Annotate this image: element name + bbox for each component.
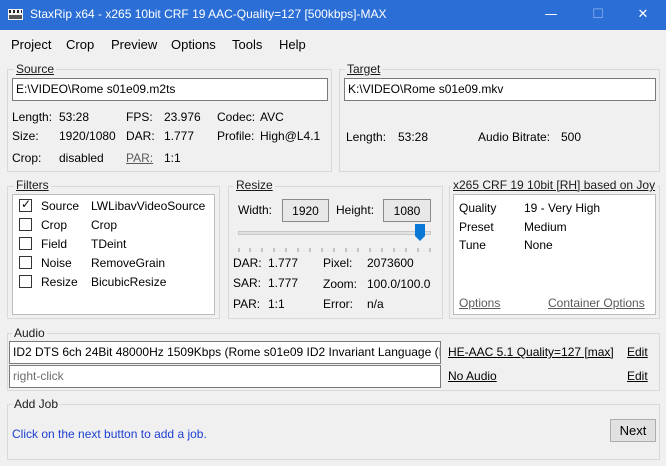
resize-width-input[interactable]: 1920: [282, 199, 329, 222]
filter-checkbox-noise[interactable]: [19, 256, 32, 269]
source-codec-label: Codec:: [217, 110, 256, 124]
encoder-options-link[interactable]: Options: [459, 296, 500, 310]
audio-group-title: Audio: [12, 326, 47, 340]
filter-name-resize[interactable]: Resize: [41, 275, 78, 289]
resize-par-value: 1:1: [268, 297, 285, 311]
source-fps-value: 23.976: [164, 110, 201, 124]
resize-slider-track[interactable]: [238, 231, 431, 235]
filter-value-field[interactable]: TDeint: [91, 237, 126, 251]
source-length-label: Length:: [12, 110, 53, 124]
audio-track-2-profile-link[interactable]: No Audio: [448, 369, 497, 383]
filter-checkbox-field[interactable]: [19, 237, 32, 250]
source-profile-value: High@L4.1: [260, 129, 321, 143]
source-crop-value: disabled: [59, 151, 104, 165]
source-fps-label: FPS:: [126, 110, 153, 124]
resize-sar-label: SAR:: [233, 276, 262, 290]
menu-tools[interactable]: Tools: [232, 37, 262, 52]
source-par-link[interactable]: PAR:: [126, 151, 153, 165]
target-group-title[interactable]: Target: [345, 62, 383, 76]
source-crop-label: Crop:: [12, 151, 42, 165]
filter-value-noise[interactable]: RemoveGrain: [91, 256, 165, 270]
menu-help[interactable]: Help: [279, 37, 306, 52]
filter-name-field[interactable]: Field: [41, 237, 67, 251]
encoder-group-title[interactable]: x265 CRF 19 10bit [RH] based on Joy: [451, 178, 658, 192]
encoder-tune-value[interactable]: None: [524, 238, 553, 252]
app-icon: [8, 9, 23, 20]
target-length-label: Length:: [346, 130, 387, 144]
audio-track-2-input[interactable]: right-click: [9, 365, 441, 388]
encoder-preset-label[interactable]: Preset: [459, 220, 494, 234]
filter-name-noise[interactable]: Noise: [41, 256, 72, 270]
menu-preview[interactable]: Preview: [111, 37, 157, 52]
target-audio-bitrate-label: Audio Bitrate:: [478, 130, 551, 144]
audio-track-2-edit-link[interactable]: Edit: [627, 369, 648, 383]
filter-checkbox-crop[interactable]: [19, 218, 32, 231]
encoder-quality-label[interactable]: Quality: [459, 201, 496, 215]
source-par-value: 1:1: [164, 151, 181, 165]
encoder-container-options-link[interactable]: Container Options: [548, 296, 645, 310]
encoder-quality-value[interactable]: 19 - Very High: [524, 201, 600, 215]
slider-thumb-graphic: [415, 224, 425, 241]
source-size-label: Size:: [12, 129, 39, 143]
audio-track-1-input[interactable]: ID2 DTS 6ch 24Bit 48000Hz 1509Kbps (Rome…: [9, 341, 441, 364]
resize-par-label: PAR:: [233, 297, 261, 311]
menu-options[interactable]: Options: [171, 37, 216, 52]
close-button[interactable]: ✕: [620, 0, 666, 30]
resize-error-label: Error:: [323, 297, 353, 311]
target-path-input[interactable]: K:\VIDEO\Rome s01e09.mkv: [344, 78, 656, 101]
resize-height-input[interactable]: 1080: [383, 199, 431, 222]
menu-project[interactable]: Project: [11, 37, 51, 52]
filter-name-source[interactable]: Source: [41, 199, 79, 213]
filter-value-crop[interactable]: Crop: [91, 218, 117, 232]
resize-error-value: n/a: [367, 297, 384, 311]
resize-dar-label: DAR:: [233, 256, 262, 270]
resize-pixel-label: Pixel:: [323, 256, 353, 270]
target-audio-bitrate-value: 500: [561, 130, 582, 144]
source-dar-value: 1.777: [164, 129, 195, 143]
resize-zoom-label: Zoom:: [323, 277, 358, 291]
slider-ticks-graphic: [238, 248, 431, 252]
window-title: StaxRip x64 - x265 10bit CRF 19 AAC-Qual…: [30, 7, 387, 21]
add-job-hint: Click on the next button to add a job.: [12, 427, 207, 441]
resize-sar-value: 1.777: [268, 276, 299, 290]
filter-value-source[interactable]: LWLibavVideoSource: [91, 199, 205, 213]
resize-pixel-value: 2073600: [367, 256, 414, 270]
source-dar-label: DAR:: [126, 129, 155, 143]
resize-group-title[interactable]: Resize: [234, 178, 275, 192]
check-icon: ✓: [21, 197, 32, 211]
filter-value-resize[interactable]: BicubicResize: [91, 275, 166, 289]
audio-track-1-edit-link[interactable]: Edit: [627, 345, 648, 359]
add-job-group-title: Add Job: [12, 397, 61, 411]
resize-slider-ticks: [238, 241, 431, 252]
resize-slider-thumb[interactable]: [415, 224, 425, 241]
menu-bar: Project Crop Preview Options Tools Help: [0, 30, 666, 58]
source-profile-label: Profile:: [217, 129, 255, 143]
filter-checkbox-resize[interactable]: [19, 275, 32, 288]
resize-height-label: Height:: [336, 203, 375, 217]
resize-width-label: Width:: [238, 203, 273, 217]
encoder-tune-label[interactable]: Tune: [459, 238, 486, 252]
source-length-value: 53:28: [59, 110, 90, 124]
target-length-value: 53:28: [398, 130, 429, 144]
filter-checkbox-source[interactable]: ✓: [19, 197, 32, 212]
resize-zoom-value: 100.0/100.0: [367, 277, 431, 291]
source-path-input[interactable]: E:\VIDEO\Rome s01e09.m2ts: [12, 78, 328, 101]
source-size-value: 1920/1080: [59, 129, 116, 143]
encoder-preset-value[interactable]: Medium: [524, 220, 567, 234]
filters-group-title[interactable]: Filters: [14, 178, 51, 192]
next-button[interactable]: Next: [610, 419, 656, 442]
minimize-button[interactable]: —: [528, 0, 574, 30]
filter-name-crop[interactable]: Crop: [41, 218, 67, 232]
menu-crop[interactable]: Crop: [66, 37, 94, 52]
source-group-title[interactable]: Source: [14, 62, 57, 76]
title-bar: StaxRip x64 - x265 10bit CRF 19 AAC-Qual…: [0, 0, 666, 30]
source-codec-value: AVC: [260, 110, 284, 124]
resize-dar-value: 1.777: [268, 256, 299, 270]
audio-track-1-profile-link[interactable]: HE-AAC 5.1 Quality=127 [max]: [448, 345, 614, 359]
maximize-button[interactable]: ☐: [575, 0, 621, 30]
